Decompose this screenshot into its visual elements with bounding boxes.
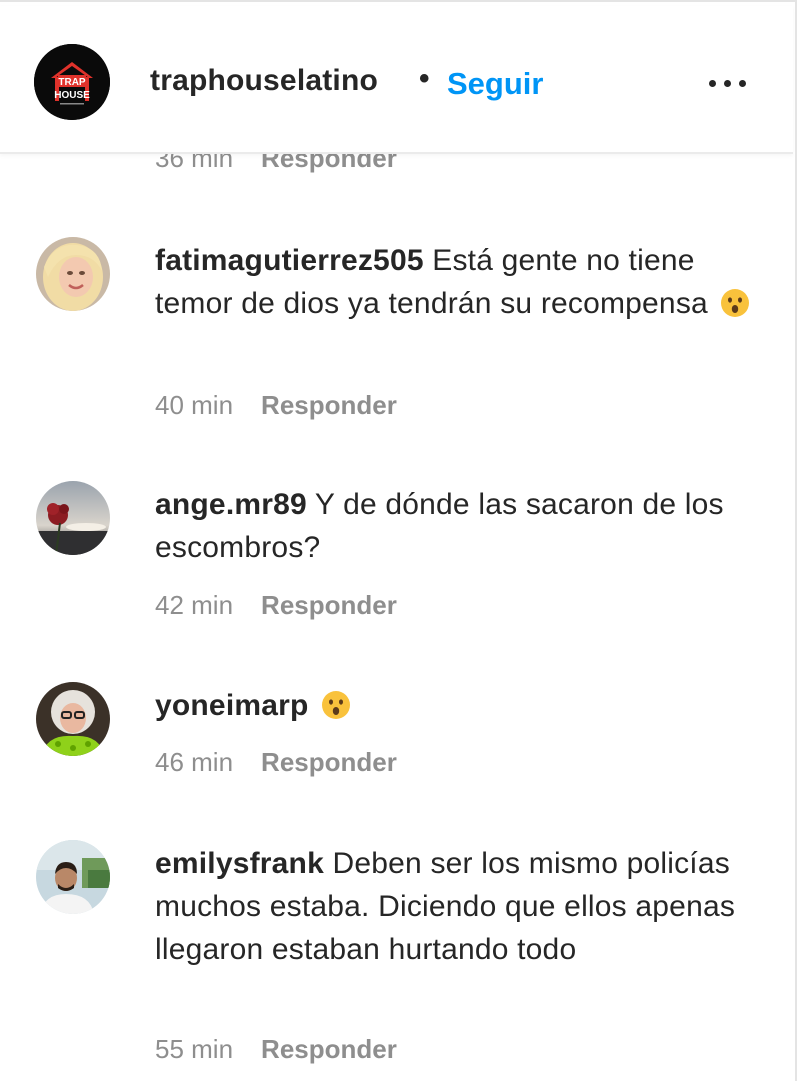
logo-text-house: HOUSE xyxy=(54,90,90,101)
avatar[interactable] xyxy=(36,682,110,756)
comment-body: fatimagutierrez505 Está gente no tiene t… xyxy=(155,239,770,325)
comment-time: 55 min xyxy=(155,1034,234,1064)
comment-meta: 42 min Responder xyxy=(155,590,397,621)
traphouse-logo-icon: TRAP HOUSE xyxy=(34,44,110,120)
comment-meta: 46 min Responder xyxy=(155,747,397,778)
logo-text-trap: TRAP xyxy=(58,77,86,88)
astonished-face-icon xyxy=(322,691,351,719)
avatar[interactable] xyxy=(36,840,110,914)
comment-username[interactable]: fatimagutierrez505 xyxy=(155,244,424,277)
comment-body: yoneimarp xyxy=(155,684,770,727)
account-username[interactable]: traphouselatino xyxy=(150,64,378,98)
post-header: TRAP HOUSE traphouselatino • Seguir xyxy=(0,6,793,154)
account-avatar[interactable]: TRAP HOUSE xyxy=(34,44,110,120)
comment-time: 46 min xyxy=(155,747,234,777)
comment-body: ange.mr89 Y de dónde las sacaron de los … xyxy=(155,483,770,569)
reply-button[interactable]: Responder xyxy=(261,1034,397,1065)
comment-username[interactable]: ange.mr89 xyxy=(155,488,307,521)
comment-time: 42 min xyxy=(155,590,234,620)
comment-time: 40 min xyxy=(155,390,234,420)
reply-button[interactable]: Responder xyxy=(261,590,397,621)
more-options-icon[interactable] xyxy=(705,68,749,98)
comment-username[interactable]: emilysfrank xyxy=(155,847,324,880)
reply-button[interactable]: Responder xyxy=(261,390,397,421)
follow-button[interactable]: Seguir xyxy=(447,66,543,102)
comment-body: emilysfrank Deben ser los mismo policías… xyxy=(155,842,770,971)
comment-username[interactable]: yoneimarp xyxy=(155,689,309,722)
comment-meta: 55 min Responder xyxy=(155,1034,397,1065)
separator-dot: • xyxy=(419,62,430,95)
astonished-face-icon xyxy=(721,289,750,317)
comments-panel: TRAP HOUSE traphouselatino • Seguir 36 m… xyxy=(0,0,797,1081)
reply-button[interactable]: Responder xyxy=(261,747,397,778)
avatar[interactable] xyxy=(36,237,110,311)
comment-meta: 40 min Responder xyxy=(155,390,397,421)
avatar[interactable] xyxy=(36,481,110,555)
